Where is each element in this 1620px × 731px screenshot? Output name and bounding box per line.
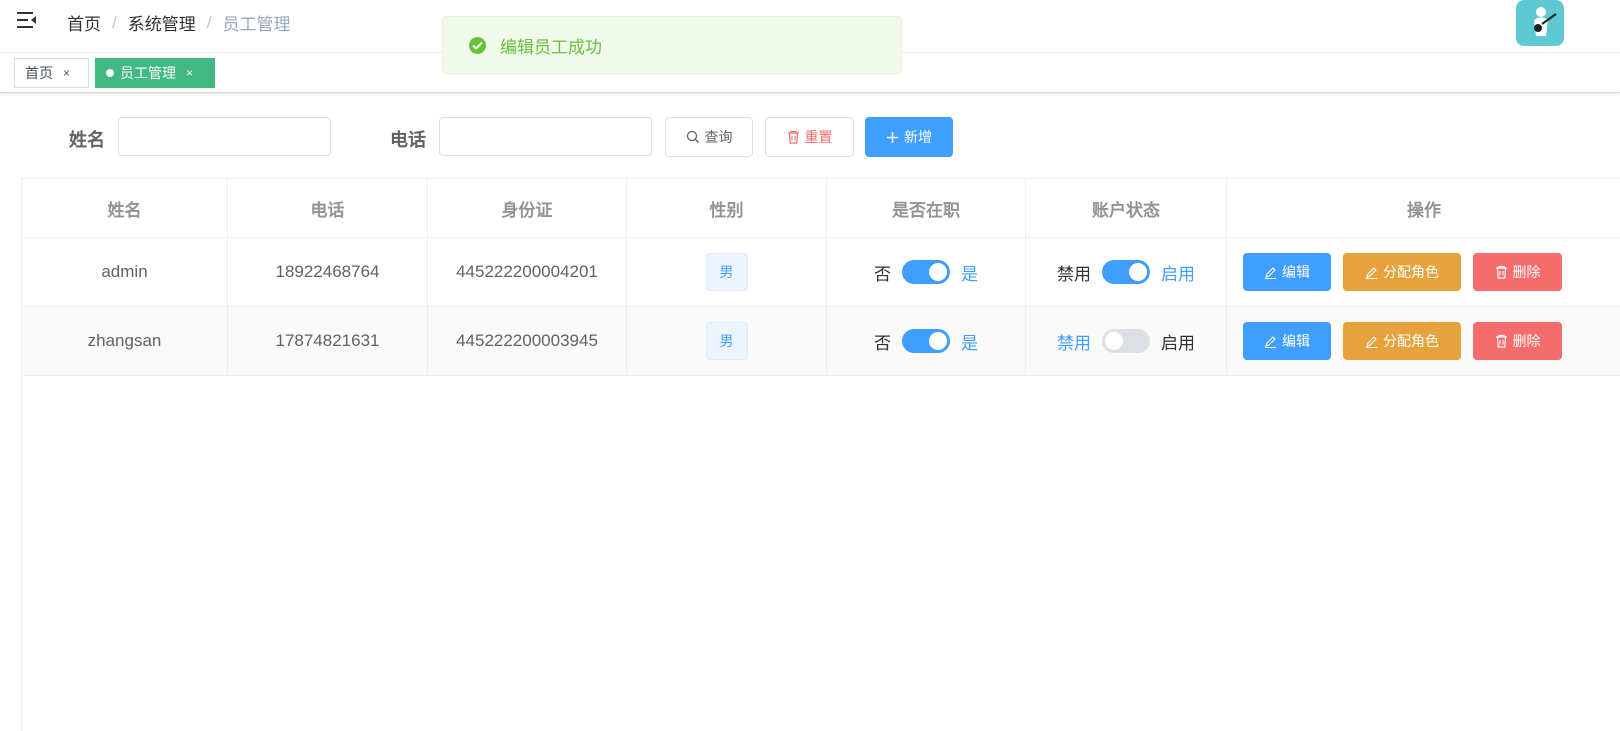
cell-phone: 18922468764 [228, 238, 428, 306]
edit-icon [1365, 335, 1378, 348]
delete-button-label: 删除 [1512, 333, 1541, 349]
tag-label: 员工管理 [120, 65, 176, 81]
table-row: admin 18922468764 445222200004201 男 否 是 … [22, 238, 1620, 307]
delete-icon [787, 130, 800, 144]
active-dot-icon [106, 69, 114, 77]
reset-button[interactable]: 重置 [765, 117, 854, 157]
switch-knob [929, 263, 947, 281]
switch-off-label[interactable]: 禁用 [1057, 329, 1091, 354]
success-message: 编辑员工成功 [442, 16, 902, 74]
edit-button-label: 编辑 [1282, 333, 1310, 349]
reset-button-label: 重置 [804, 129, 833, 145]
cell-account-status: 禁用 启用 [1026, 307, 1227, 375]
success-message-text: 编辑员工成功 [500, 37, 602, 57]
avatar[interactable] [1516, 0, 1564, 46]
query-button[interactable]: 查询 [665, 117, 753, 157]
cell-account-status: 禁用 启用 [1026, 238, 1227, 306]
column-header-gender: 性别 [627, 179, 827, 237]
switch-off-label[interactable]: 否 [874, 329, 891, 354]
table-row: zhangsan 17874821631 445222200003945 男 否… [22, 307, 1620, 376]
status-switch-group: 禁用 启用 [1057, 260, 1195, 285]
column-header-id-card: 身份证 [428, 179, 627, 237]
delete-icon [1495, 265, 1508, 279]
cell-employed: 否 是 [827, 307, 1026, 375]
switch-on-label[interactable]: 启用 [1161, 329, 1195, 354]
delete-button-label: 删除 [1512, 264, 1541, 280]
close-icon[interactable]: × [63, 66, 70, 80]
employed-switch-group: 否 是 [874, 260, 978, 285]
switch-knob [1129, 263, 1147, 281]
tag-employee-management[interactable]: 员工管理 × [95, 58, 215, 88]
column-header-name: 姓名 [22, 179, 228, 237]
column-header-phone: 电话 [228, 179, 428, 237]
column-header-employed: 是否在职 [827, 179, 1026, 237]
switch-on-label[interactable]: 启用 [1161, 260, 1195, 285]
avatar-image-icon [1534, 7, 1557, 36]
cell-gender: 男 [627, 238, 827, 306]
add-button-label: 新增 [904, 129, 932, 145]
edit-button[interactable]: 编辑 [1243, 253, 1331, 291]
menu-fold-icon[interactable] [16, 10, 38, 30]
status-switch[interactable] [1102, 329, 1150, 353]
page: 首页 / 系统管理 / 员工管理 首页 × 员工管理 × 编辑员工成功 姓名 电… [0, 0, 1620, 731]
edit-button-label: 编辑 [1282, 264, 1310, 280]
phone-input[interactable] [439, 117, 652, 156]
breadcrumb-separator: / [206, 12, 212, 32]
assign-role-button[interactable]: 分配角色 [1343, 253, 1461, 291]
status-switch-group: 禁用 启用 [1057, 329, 1195, 354]
tag-label: 首页 [25, 65, 53, 81]
edit-icon [1264, 266, 1277, 279]
switch-knob [929, 332, 947, 350]
assign-role-button-label: 分配角色 [1383, 264, 1439, 280]
switch-knob [1105, 332, 1123, 350]
switch-off-label[interactable]: 否 [874, 260, 891, 285]
delete-button[interactable]: 删除 [1473, 322, 1562, 360]
success-check-icon [469, 36, 486, 54]
gender-tag: 男 [705, 253, 748, 291]
assign-role-button-label: 分配角色 [1383, 333, 1439, 349]
status-switch[interactable] [1102, 260, 1150, 284]
cell-actions: 编辑 分配角色 删除 [1227, 307, 1620, 375]
name-input[interactable] [118, 117, 331, 156]
close-icon[interactable]: × [186, 66, 193, 80]
edit-icon [1264, 335, 1277, 348]
delete-button[interactable]: 删除 [1473, 253, 1562, 291]
switch-off-label[interactable]: 禁用 [1057, 260, 1091, 285]
tag-home[interactable]: 首页 × [14, 58, 89, 88]
column-header-actions: 操作 [1407, 200, 1441, 220]
employed-switch-group: 否 是 [874, 329, 978, 354]
cell-employed: 否 是 [827, 238, 1026, 306]
add-button[interactable]: 新增 [865, 117, 953, 157]
assign-role-button[interactable]: 分配角色 [1343, 322, 1461, 360]
switch-on-label[interactable]: 是 [961, 329, 978, 354]
cell-gender: 男 [627, 307, 827, 375]
cell-id-card: 445222200003945 [428, 307, 627, 375]
employed-switch[interactable] [902, 329, 950, 353]
cell-name: zhangsan [22, 307, 228, 375]
phone-label: 电话 [390, 130, 426, 150]
search-icon [686, 130, 700, 144]
cell-name: admin [22, 238, 228, 306]
breadcrumb-system[interactable]: 系统管理 [128, 10, 196, 35]
cell-phone: 17874821631 [228, 307, 428, 375]
employee-table: 姓名 电话 身份证 性别 是否在职 账户状态 操作 admin 18922468… [21, 178, 1620, 731]
plus-icon [886, 131, 899, 144]
switch-on-label[interactable]: 是 [961, 260, 978, 285]
breadcrumb-home[interactable]: 首页 [67, 10, 101, 35]
query-button-label: 查询 [704, 129, 733, 145]
edit-button[interactable]: 编辑 [1243, 322, 1331, 360]
cell-actions: 编辑 分配角色 删除 [1227, 238, 1620, 306]
name-label: 姓名 [69, 130, 105, 150]
breadcrumb-separator: / [112, 12, 117, 32]
breadcrumb-current: 员工管理 [222, 15, 291, 34]
breadcrumb: 首页 / 系统管理 / 员工管理 [67, 10, 290, 35]
table-header: 姓名 电话 身份证 性别 是否在职 账户状态 操作 [22, 179, 1620, 238]
edit-icon [1365, 266, 1378, 279]
delete-icon [1495, 334, 1508, 348]
employed-switch[interactable] [902, 260, 950, 284]
column-header-account-status: 账户状态 [1026, 179, 1227, 237]
gender-tag: 男 [705, 322, 748, 360]
cell-id-card: 445222200004201 [428, 238, 627, 306]
